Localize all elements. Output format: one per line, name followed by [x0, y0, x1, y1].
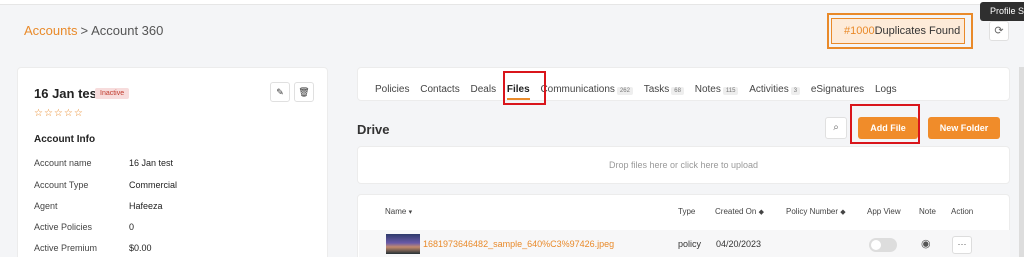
- info-row-agent: Agent Hafeeza: [34, 201, 163, 211]
- eye-icon[interactable]: ◉: [921, 237, 931, 250]
- tab-label: Contacts: [420, 84, 460, 95]
- column-header-appview: App View: [867, 207, 901, 216]
- tab-tasks[interactable]: Tasks 68: [644, 84, 684, 95]
- file-created-on: 04/20/2023: [716, 239, 762, 249]
- info-label: Account name: [34, 158, 92, 168]
- tab-label: Notes: [694, 84, 721, 95]
- info-row-account-type: Account Type Commercial: [34, 180, 177, 190]
- account-info-heading: Account Info: [34, 134, 96, 145]
- tab-policies[interactable]: Policies: [375, 84, 409, 95]
- info-value: $0.00: [129, 243, 152, 253]
- tab-label: Logs: [874, 84, 897, 95]
- file-dropzone[interactable]: Drop files here or click here to upload: [357, 146, 1010, 184]
- sort-icon: ◆: [758, 209, 764, 216]
- info-row-account-name: Account name 16 Jan test: [34, 158, 173, 168]
- tab-label: Policies: [375, 84, 410, 95]
- sort-icon: ◆: [840, 209, 846, 216]
- refresh-icon[interactable]: ⟳: [989, 21, 1009, 41]
- add-file-highlight: [850, 104, 920, 144]
- sort-down-icon: ▾: [408, 209, 413, 216]
- profile-tooltip: Profile Se: [980, 2, 1024, 21]
- info-label: Account Type: [34, 180, 89, 190]
- more-actions-button[interactable]: ···: [952, 236, 972, 254]
- duplicates-label: Duplicates Found: [874, 25, 961, 37]
- tab-notes[interactable]: Notes 115: [695, 84, 739, 95]
- tab-esignatures[interactable]: eSignatures: [811, 84, 864, 95]
- tabs-card: Policies Contacts Deals Files Communicat…: [357, 67, 1010, 101]
- tab-count: 68: [671, 87, 684, 95]
- top-bar: [0, 0, 1024, 5]
- tab-communications[interactable]: Communications 262: [540, 84, 633, 95]
- tab-count: 262: [616, 87, 633, 95]
- info-label: Agent: [34, 201, 58, 211]
- info-value: 0: [129, 222, 135, 232]
- header-label: Name: [385, 207, 407, 216]
- column-header-action: Action: [951, 207, 974, 216]
- info-value: Commercial: [129, 180, 178, 190]
- page-scrollbar[interactable]: [1019, 67, 1024, 257]
- file-thumbnail[interactable]: [386, 234, 420, 254]
- info-label: Active Policies: [34, 222, 93, 232]
- edit-icon[interactable]: ✎: [270, 82, 290, 102]
- account-name: 16 Jan test: [34, 86, 102, 101]
- column-header-note: Note: [919, 207, 936, 216]
- drive-title: Drive: [357, 122, 390, 137]
- tab-label: Communications: [540, 84, 615, 95]
- info-label: Active Premium: [34, 243, 98, 253]
- tab-logs[interactable]: Logs: [875, 84, 897, 95]
- duplicates-found-button[interactable]: #1000Duplicates Found: [831, 18, 965, 44]
- app-view-toggle[interactable]: [869, 238, 897, 252]
- new-folder-button[interactable]: New Folder: [928, 117, 1000, 139]
- duplicates-count: #1000: [844, 25, 875, 37]
- column-header-created[interactable]: Created On ◆: [715, 207, 764, 216]
- file-type: policy: [678, 239, 702, 249]
- tab-label: Deals: [470, 84, 497, 95]
- tab-deals[interactable]: Deals: [471, 84, 497, 95]
- breadcrumb: Accounts > Account 360: [24, 23, 163, 38]
- breadcrumb-current: Account 360: [91, 23, 164, 38]
- breadcrumb-separator: >: [80, 23, 89, 38]
- tab-label: eSignatures: [810, 84, 865, 95]
- column-header-type: Type: [678, 207, 696, 216]
- column-header-name[interactable]: Name ▾: [385, 207, 412, 216]
- info-value: 16 Jan test: [129, 158, 174, 168]
- account-card: 16 Jan test Inactive ☆☆☆☆☆ ✎ 🗑 Account I…: [17, 67, 328, 257]
- tab-contacts[interactable]: Contacts: [420, 84, 459, 95]
- table-row: 1681973646482_sample_640%C3%97426.jpeg p…: [359, 230, 1010, 257]
- info-row-active-policies: Active Policies 0: [34, 222, 134, 232]
- status-badge: Inactive: [95, 88, 130, 99]
- breadcrumb-accounts-link[interactable]: Accounts: [24, 23, 77, 38]
- column-header-policy[interactable]: Policy Number ◆: [786, 207, 846, 216]
- tab-count: 3: [790, 87, 801, 95]
- delete-icon[interactable]: 🗑: [294, 82, 314, 102]
- file-name-link[interactable]: 1681973646482_sample_640%C3%97426.jpeg: [423, 239, 614, 249]
- tab-count: 115: [722, 87, 739, 95]
- star-rating[interactable]: ☆☆☆☆☆: [34, 108, 84, 119]
- header-label: Policy Number: [786, 207, 839, 216]
- files-tab-highlight: [503, 71, 546, 105]
- tab-label: Tasks: [643, 84, 670, 95]
- tab-activities[interactable]: Activities 3: [749, 84, 801, 95]
- search-icon[interactable]: ⌕: [825, 117, 847, 139]
- info-row-active-premium: Active Premium $0.00: [34, 243, 152, 253]
- tab-label: Activities: [749, 84, 789, 95]
- info-value: Hafeeza: [129, 201, 163, 211]
- files-table: Name ▾ Type Created On ◆ Policy Number ◆…: [357, 194, 1010, 257]
- tab-bar: Policies Contacts Deals Files Communicat…: [375, 84, 905, 100]
- header-label: Created On: [715, 207, 757, 216]
